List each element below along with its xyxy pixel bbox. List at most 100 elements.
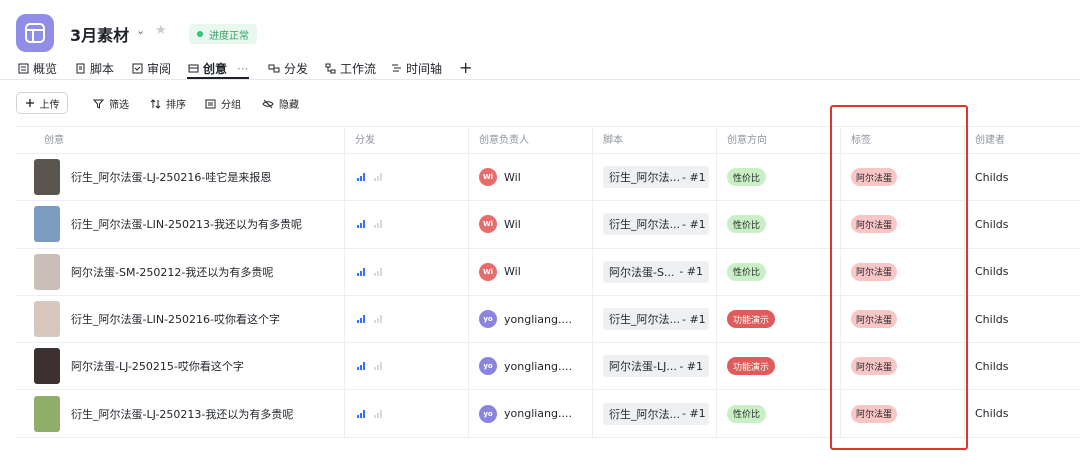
creative-cell[interactable]: 衍生_阿尔法蛋-LJ-250216-哇它是来报恩 [16, 154, 271, 200]
video-thumbnail[interactable] [34, 159, 60, 196]
script-number: - #1 [679, 265, 703, 279]
column-header-direction[interactable]: 创意方向 [717, 127, 767, 154]
label-cell[interactable]: 阿尔法蛋 [841, 249, 898, 295]
creator-cell[interactable]: Childs [965, 296, 1008, 342]
creative-cell[interactable]: 衍生_阿尔法蛋-LIN-250216-哎你看这个字 [16, 296, 280, 342]
owner-cell[interactable]: Wi Wil [469, 249, 521, 295]
tab-distribute[interactable]: 分发 [268, 60, 308, 77]
column-header-label[interactable]: 标签 [841, 127, 871, 154]
video-thumbnail[interactable] [34, 348, 60, 385]
label-cell[interactable]: 阿尔法蛋 [841, 343, 898, 389]
script-link[interactable]: 阿尔法蛋-S... - #1 [603, 260, 709, 283]
group-button[interactable]: 分组 [205, 96, 241, 111]
column-header-creative[interactable]: 创意 [34, 127, 64, 154]
creative-cell[interactable]: 阿尔法蛋-LJ-250215-哎你看这个字 [16, 343, 244, 389]
distribute-cell[interactable] [345, 249, 383, 295]
creative-name[interactable]: 衍生_阿尔法蛋-LIN-250216-哎你看这个字 [71, 311, 280, 327]
distribute-cell[interactable] [345, 343, 383, 389]
label-cell[interactable]: 阿尔法蛋 [841, 154, 898, 200]
table-row[interactable]: 衍生_阿尔法蛋-LIN-250216-哎你看这个字 yo yongliang..… [16, 295, 1080, 344]
creator-cell[interactable]: Childs [965, 154, 1008, 200]
direction-cell[interactable]: 功能演示 [717, 296, 776, 342]
creative-cell[interactable]: 阿尔法蛋-SM-250212-我还以为有多贵呢 [16, 249, 273, 295]
distribute-cell[interactable] [345, 154, 383, 200]
direction-cell[interactable]: 性价比 [717, 201, 767, 247]
upload-button[interactable]: 上传 [16, 92, 68, 114]
script-number: - #1 [682, 217, 706, 231]
more-icon[interactable]: ··· [237, 62, 248, 76]
owner-name: Wil [504, 217, 521, 231]
creator-cell[interactable]: Childs [965, 390, 1008, 436]
creative-name[interactable]: 衍生_阿尔法蛋-LJ-250216-哇它是来报恩 [71, 169, 271, 185]
direction-cell[interactable]: 性价比 [717, 154, 767, 200]
column-header-distribute[interactable]: 分发 [345, 127, 375, 154]
table-row[interactable]: 阿尔法蛋-LJ-250215-哎你看这个字 yo yongliang.... 阿… [16, 343, 1080, 391]
owner-cell[interactable]: Wi Wil [469, 201, 521, 247]
creator-cell[interactable]: Childs [965, 343, 1008, 389]
tab-workflow[interactable]: 工作流 [325, 60, 376, 77]
script-link[interactable]: 衍生_阿尔法... - #1 [603, 402, 709, 425]
creator-cell[interactable]: Childs [965, 201, 1008, 247]
hide-button[interactable]: 隐藏 [262, 96, 299, 111]
video-thumbnail[interactable] [34, 395, 60, 432]
filter-button[interactable]: 筛选 [93, 96, 129, 111]
direction-cell[interactable]: 功能演示 [717, 343, 776, 389]
column-header-script[interactable]: 脚本 [593, 127, 623, 154]
direction-tag: 功能演示 [727, 357, 776, 376]
table-row[interactable]: 衍生_阿尔法蛋-LIN-250213-我还以为有多贵呢 Wi Wil 衍生_阿尔… [16, 201, 1080, 249]
label-cell[interactable]: 阿尔法蛋 [841, 201, 898, 247]
chevron-down-icon[interactable]: ⌄ [136, 24, 145, 37]
script-link[interactable]: 衍生_阿尔法... - #1 [603, 213, 709, 236]
creative-cell[interactable]: 衍生_阿尔法蛋-LIN-250213-我还以为有多贵呢 [16, 201, 302, 247]
creative-name[interactable]: 衍生_阿尔法蛋-LIN-250213-我还以为有多贵呢 [71, 216, 302, 232]
script-cell[interactable]: 阿尔法蛋-S... - #1 [593, 249, 709, 295]
direction-cell[interactable]: 性价比 [717, 249, 767, 295]
label-tag: 阿尔法蛋 [851, 357, 898, 376]
column-header-creator[interactable]: 创建者 [965, 127, 1005, 154]
video-thumbnail[interactable] [34, 206, 60, 243]
creative-cell[interactable]: 衍生_阿尔法蛋-LJ-250213-我还以为有多贵呢 [16, 390, 293, 436]
star-icon[interactable]: ★ [155, 23, 167, 38]
creative-name[interactable]: 阿尔法蛋-SM-250212-我还以为有多贵呢 [71, 264, 273, 280]
script-cell[interactable]: 衍生_阿尔法... - #1 [593, 296, 709, 342]
table-row[interactable]: 衍生_阿尔法蛋-LJ-250216-哇它是来报恩 Wi Wil 衍生_阿尔法..… [16, 154, 1080, 202]
distribute-cell[interactable] [345, 201, 383, 247]
script-link[interactable]: 衍生_阿尔法... - #1 [603, 308, 709, 331]
script-cell[interactable]: 阿尔法蛋-LJ... - #1 [593, 343, 709, 389]
script-link[interactable]: 阿尔法蛋-LJ... - #1 [603, 355, 709, 378]
tab-review[interactable]: 审阅 [132, 60, 171, 77]
script-link[interactable]: 衍生_阿尔法... - #1 [603, 166, 709, 189]
label-tag: 阿尔法蛋 [851, 215, 898, 234]
video-thumbnail[interactable] [34, 253, 60, 290]
table-row[interactable]: 衍生_阿尔法蛋-LJ-250213-我还以为有多贵呢 yo yongliang.… [16, 390, 1080, 438]
owner-cell[interactable]: Wi Wil [469, 154, 521, 200]
column-header-owner[interactable]: 创意负责人 [469, 127, 529, 154]
distribute-cell[interactable] [345, 296, 383, 342]
label-cell[interactable]: 阿尔法蛋 [841, 296, 898, 342]
script-cell[interactable]: 衍生_阿尔法... - #1 [593, 201, 709, 247]
creator-name: Childs [975, 312, 1009, 326]
owner-cell[interactable]: yo yongliang.... [469, 296, 572, 342]
status-badge[interactable]: 进度正常 [189, 24, 257, 44]
creator-cell[interactable]: Childs [965, 249, 1008, 295]
table-row[interactable]: 阿尔法蛋-SM-250212-我还以为有多贵呢 Wi Wil 阿尔法蛋-S...… [16, 248, 1080, 296]
tab-overview[interactable]: 概览 [18, 60, 57, 77]
script-cell[interactable]: 衍生_阿尔法... - #1 [593, 154, 709, 200]
script-cell[interactable]: 衍生_阿尔法... - #1 [593, 390, 709, 436]
owner-cell[interactable]: yo yongliang.... [469, 390, 572, 436]
sort-button[interactable]: 排序 [150, 96, 186, 111]
tab-timeline[interactable]: 时间轴 [391, 60, 442, 77]
tab-label: 脚本 [90, 62, 115, 76]
label-cell[interactable]: 阿尔法蛋 [841, 390, 898, 436]
tab-creative[interactable]: 创意 ··· [188, 60, 248, 77]
video-thumbnail[interactable] [34, 301, 60, 338]
creative-name[interactable]: 衍生_阿尔法蛋-LJ-250213-我还以为有多贵呢 [71, 406, 293, 422]
script-title: 衍生_阿尔法... [609, 171, 680, 185]
owner-cell[interactable]: yo yongliang.... [469, 343, 572, 389]
review-icon [132, 63, 143, 74]
direction-cell[interactable]: 性价比 [717, 390, 767, 436]
tab-script[interactable]: 脚本 [75, 60, 114, 77]
creative-name[interactable]: 阿尔法蛋-LJ-250215-哎你看这个字 [71, 358, 244, 374]
distribute-cell[interactable] [345, 390, 383, 436]
add-tab-button[interactable]: + [459, 58, 472, 78]
